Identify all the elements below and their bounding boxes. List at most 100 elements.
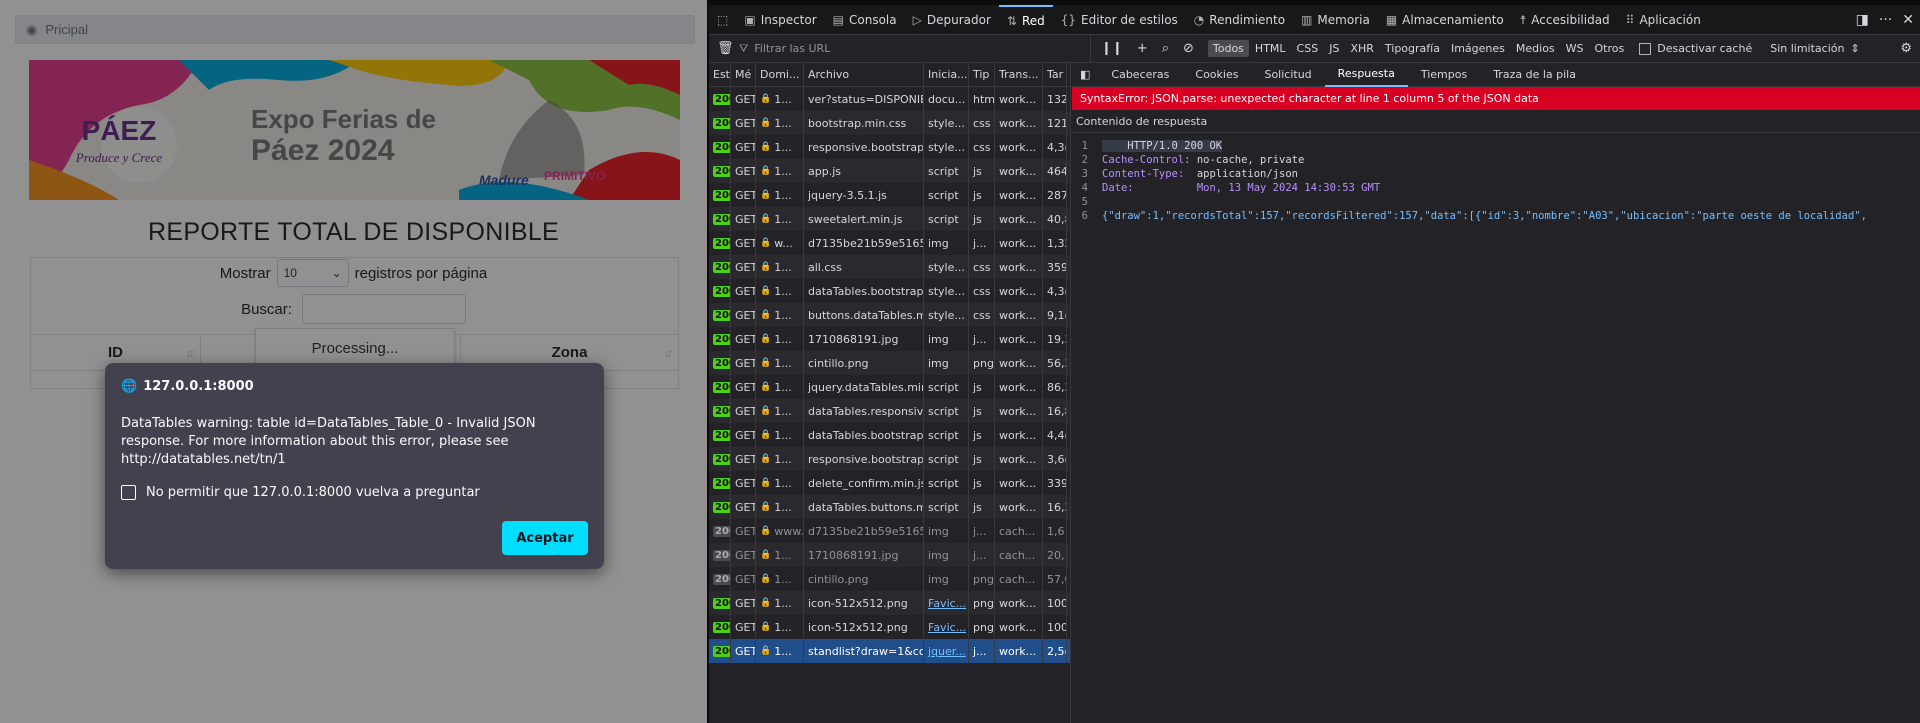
type-filter-other[interactable]: Otros	[1590, 40, 1630, 57]
request-row[interactable]: 200GET🔒1...dataTables.bootstrap.mscriptj…	[709, 423, 1070, 447]
request-row[interactable]: 200GET🔒1...buttons.dataTables.minstyle..…	[709, 303, 1070, 327]
col-type[interactable]: Tip	[969, 63, 995, 86]
type-filter-fonts[interactable]: Tipografía	[1380, 40, 1445, 57]
request-row[interactable]: 200GET🔒1...icon-512x512.pngFavic...pngwo…	[709, 615, 1070, 639]
type-filter-css[interactable]: CSS	[1292, 40, 1324, 57]
tab-console[interactable]: ▤ Consola	[825, 5, 905, 35]
request-size: 86,3	[1043, 375, 1067, 399]
col-method[interactable]: Mé	[731, 63, 756, 86]
request-domain-text: 1...	[774, 308, 792, 322]
request-row[interactable]: 200GET🔒1...delete_confirm.min.jsscriptjs…	[709, 471, 1070, 495]
more-icon[interactable]: ···	[1879, 12, 1892, 28]
col-domain[interactable]: Domi...	[756, 63, 804, 86]
request-row[interactable]: 200GET🔒1...cintillo.pngimgpngwork...56,3	[709, 351, 1070, 375]
dont-ask-checkbox[interactable]	[121, 485, 136, 500]
request-row[interactable]: 200GET🔒1...jquery.dataTables.min.jsscrip…	[709, 375, 1070, 399]
request-row[interactable]: 200GET🔒1...bootstrap.min.cssstyle...cssw…	[709, 111, 1070, 135]
request-row[interactable]: 200GET🔒www...d7135be21b59e51655imgj...ca…	[709, 519, 1070, 543]
request-row[interactable]: 200GET🔒1...standlist?draw=1&colujquer...…	[709, 639, 1070, 663]
request-row[interactable]: 200GET🔒1...jquery-3.5.1.jsscriptjswork..…	[709, 183, 1070, 207]
tab-accessibility[interactable]: ☨ Accesibilidad	[1512, 5, 1618, 35]
request-row[interactable]: 200GET🔒1...1710868191.jpgimgj...cach...2…	[709, 543, 1070, 567]
request-row[interactable]: 200GET🔒1...responsive.bootstrap.mscriptj…	[709, 447, 1070, 471]
request-initiator: img	[924, 519, 969, 543]
col-status[interactable]: Est	[709, 63, 731, 86]
request-size: 2,5(	[1043, 639, 1067, 663]
request-transferred: cach...	[995, 567, 1043, 591]
col-initiator[interactable]: Inicia...	[924, 63, 969, 86]
request-status-text: 200	[713, 213, 730, 225]
request-initiator-text: script	[928, 380, 959, 394]
trash-icon[interactable]: 🗑	[717, 41, 734, 56]
toolbar-right: ◨ ··· ✕	[1856, 5, 1914, 35]
lock-icon: 🔒	[760, 214, 772, 224]
dock-icon[interactable]: ◨	[1856, 12, 1869, 28]
tab-timings[interactable]: Tiempos	[1408, 63, 1480, 87]
request-row[interactable]: 200GET🔒1...all.cssstyle...csswork...359	[709, 255, 1070, 279]
settings-gear-icon[interactable]: ⚙	[1900, 41, 1912, 56]
tab-network[interactable]: ⇅ Red	[998, 4, 1053, 35]
request-file: bootstrap.min.css	[804, 111, 924, 135]
block-icon[interactable]: ⊘	[1183, 41, 1194, 56]
line-number: 6	[1081, 210, 1088, 222]
tab-performance[interactable]: ◔ Rendimiento	[1186, 5, 1293, 35]
request-row[interactable]: 200GET🔒1...cintillo.pngimgpngcach...57,0	[709, 567, 1070, 591]
disable-cache-checkbox[interactable]	[1639, 42, 1652, 55]
type-filter-html[interactable]: HTML	[1250, 40, 1291, 57]
tab-debugger[interactable]: ▷ Depurador	[905, 5, 999, 35]
request-transferred-text: work...	[999, 212, 1037, 226]
type-filter-ws[interactable]: WS	[1561, 40, 1589, 57]
search-icon[interactable]: ⌕	[1162, 41, 1169, 56]
request-initiator: script	[924, 159, 969, 183]
accept-button[interactable]: Aceptar	[502, 521, 588, 555]
col-size[interactable]: Tar	[1043, 63, 1067, 86]
url-filter-input[interactable]: ⛛ Filtrar las URL	[731, 34, 1091, 63]
request-method-text: GET	[735, 164, 756, 178]
type-filter-images[interactable]: Imágenes	[1446, 40, 1510, 57]
request-row[interactable]: 200GET🔒1...ver?status=DISPONIBLEdocu...h…	[709, 87, 1070, 111]
tab-application[interactable]: ⠿ Aplicación	[1618, 5, 1709, 35]
request-row[interactable]: 200GET🔒1...icon-512x512.pngFavic...pngwo…	[709, 591, 1070, 615]
tab-style-editor[interactable]: {} Editor de estilos	[1053, 5, 1186, 35]
request-row[interactable]: 200GET🔒w...d7135be21b59e51655imgj...work…	[709, 231, 1070, 255]
request-status: 200	[709, 447, 731, 471]
col-file[interactable]: Archivo	[804, 63, 924, 86]
type-filter-xhr[interactable]: XHR	[1345, 40, 1378, 57]
request-size: 359	[1043, 255, 1067, 279]
close-icon[interactable]: ✕	[1902, 12, 1914, 28]
sidebar-toggle-icon[interactable]: ◧	[1072, 68, 1098, 81]
disable-cache-option[interactable]: Desactivar caché	[1639, 42, 1752, 55]
type-filter-media[interactable]: Medios	[1511, 40, 1560, 57]
tab-memory[interactable]: ▥ Memoria	[1293, 5, 1378, 35]
tab-inspector[interactable]: ▣ Inspector	[736, 5, 824, 35]
pause-icon[interactable]: ❙❙	[1101, 41, 1123, 56]
type-filter-js[interactable]: JS	[1324, 40, 1344, 57]
tab-stack-trace[interactable]: Traza de la pila	[1480, 63, 1589, 87]
request-row[interactable]: 200GET🔒1...app.jsscriptjswork...464	[709, 159, 1070, 183]
plus-icon[interactable]: +	[1137, 41, 1148, 56]
request-row[interactable]: 200GET🔒1...sweetalert.min.jsscriptjswork…	[709, 207, 1070, 231]
tab-request[interactable]: Solicitud	[1251, 63, 1324, 87]
tab-storage[interactable]: ▦ Almacenamiento	[1378, 5, 1512, 35]
request-status: 200	[709, 639, 731, 663]
request-size-text: 359	[1047, 260, 1067, 274]
tab-headers[interactable]: Cabeceras	[1098, 63, 1182, 87]
tab-response[interactable]: Respuesta	[1324, 63, 1408, 87]
request-transferred-text: work...	[999, 308, 1037, 322]
request-initiator: script	[924, 423, 969, 447]
element-picker-button[interactable]: ⬚	[709, 5, 736, 35]
request-row[interactable]: 200GET🔒1...dataTables.buttons.minscriptj…	[709, 495, 1070, 519]
request-type: png	[969, 567, 995, 591]
storage-icon: ▦	[1385, 12, 1398, 27]
tab-cookies[interactable]: Cookies	[1182, 63, 1251, 87]
request-row[interactable]: 200GET🔒1...responsive.bootstrap.mstyle..…	[709, 135, 1070, 159]
request-row[interactable]: 200GET🔒1...dataTables.responsive.iscript…	[709, 399, 1070, 423]
throttle-select[interactable]: Sin limitación ⇕	[1770, 42, 1859, 55]
request-row[interactable]: 200GET🔒1...dataTables.bootstrap.mstyle..…	[709, 279, 1070, 303]
dont-ask-again-option[interactable]: No permitir que 127.0.0.1:8000 vuelva a …	[121, 485, 480, 500]
request-size-text: 2,5(	[1047, 644, 1067, 658]
request-row[interactable]: 200GET🔒1...1710868191.jpgimgj...work...1…	[709, 327, 1070, 351]
col-transferred[interactable]: Trans...	[995, 63, 1043, 86]
type-filter-all[interactable]: Todos	[1207, 40, 1249, 57]
request-status-text: 200	[713, 189, 730, 201]
